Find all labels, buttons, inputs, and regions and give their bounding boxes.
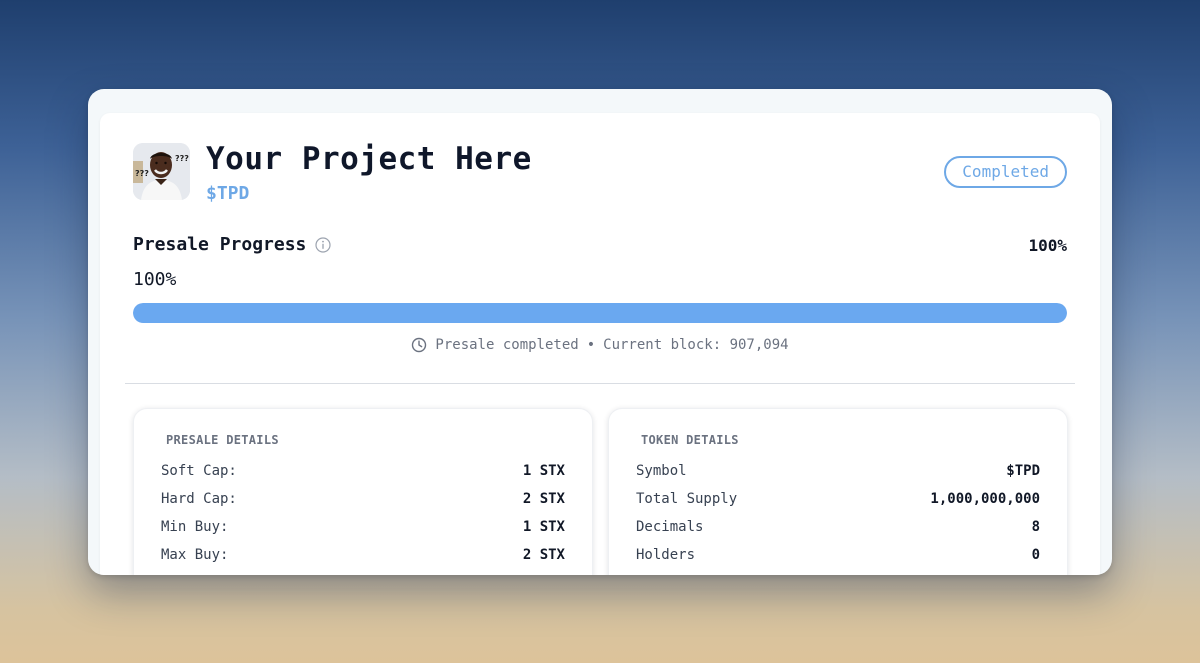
project-title: Your Project Here: [206, 141, 532, 177]
progress-percent-text: 100%: [133, 269, 177, 290]
detail-value: 0: [1031, 547, 1040, 563]
info-icon[interactable]: [315, 236, 331, 253]
detail-value: $TPD: [1006, 463, 1040, 479]
detail-label: Soft Cap:: [161, 463, 237, 479]
detail-label: Min Buy:: [161, 519, 229, 535]
clock-icon: [412, 337, 427, 353]
presale-card: ??? ??? Your Project Here $TPD Completed…: [100, 113, 1100, 575]
detail-label: Total Supply: [636, 491, 738, 507]
status-badge: Completed: [944, 156, 1067, 188]
project-header: ??? ??? Your Project Here $TPD Completed: [133, 141, 1067, 204]
project-ticker: $TPD: [206, 183, 250, 204]
detail-row-decimals: Decimals 8: [636, 517, 1040, 545]
avatar-marks-left: ???: [135, 169, 149, 178]
token-details-panel: TOKEN DETAILS Symbol $TPD Total Supply 1…: [608, 408, 1068, 575]
detail-row-soft-cap: Soft Cap: 1 STX: [161, 461, 565, 489]
detail-row-min-buy: Min Buy: 1 STX: [161, 517, 565, 545]
detail-value: 2 STX: [522, 491, 565, 507]
presale-details-panel: PRESALE DETAILS Soft Cap: 1 STX Hard Cap…: [133, 408, 593, 575]
presale-details-rows: Soft Cap: 1 STX Hard Cap: 2 STX Min Buy:…: [161, 461, 565, 573]
presale-progress-heading: Presale Progress: [133, 234, 331, 255]
app-window: ??? ??? Your Project Here $TPD Completed…: [88, 89, 1112, 575]
progress-bar: [133, 303, 1067, 323]
project-avatar: ??? ???: [133, 143, 190, 200]
detail-row-max-buy: Max Buy: 2 STX: [161, 545, 565, 573]
status-separator: •: [586, 337, 596, 353]
presale-status-line: Presale completed • Current block: 907,0…: [100, 337, 1100, 353]
detail-row-hard-cap: Hard Cap: 2 STX: [161, 489, 565, 517]
detail-row-holders: Holders 0: [636, 545, 1040, 573]
detail-value: 1 STX: [522, 463, 565, 479]
detail-label: Symbol: [636, 463, 687, 479]
presale-progress-label: Presale Progress: [133, 234, 307, 255]
detail-label: Max Buy:: [161, 547, 229, 563]
detail-row-total-supply: Total Supply 1,000,000,000: [636, 489, 1040, 517]
section-divider: [125, 383, 1075, 384]
detail-value: 2 STX: [522, 547, 565, 563]
token-details-rows: Symbol $TPD Total Supply 1,000,000,000 D…: [636, 461, 1040, 573]
detail-value: 1 STX: [522, 519, 565, 535]
token-details-title: TOKEN DETAILS: [641, 433, 739, 447]
progress-percent-right: 100%: [1028, 236, 1067, 255]
detail-value: 8: [1031, 519, 1040, 535]
current-block-text: Current block: 907,094: [603, 337, 789, 353]
detail-label: Hard Cap:: [161, 491, 237, 507]
presale-details-title: PRESALE DETAILS: [166, 433, 279, 447]
avatar-marks-right: ???: [175, 154, 189, 163]
avatar-image: ??? ???: [133, 143, 190, 200]
progress-bar-fill: [133, 303, 1067, 323]
detail-row-symbol: Symbol $TPD: [636, 461, 1040, 489]
detail-label: Decimals: [636, 519, 704, 535]
detail-value: 1,000,000,000: [930, 491, 1040, 507]
detail-label: Holders: [636, 547, 696, 563]
presale-status-text: Presale completed: [435, 337, 579, 353]
